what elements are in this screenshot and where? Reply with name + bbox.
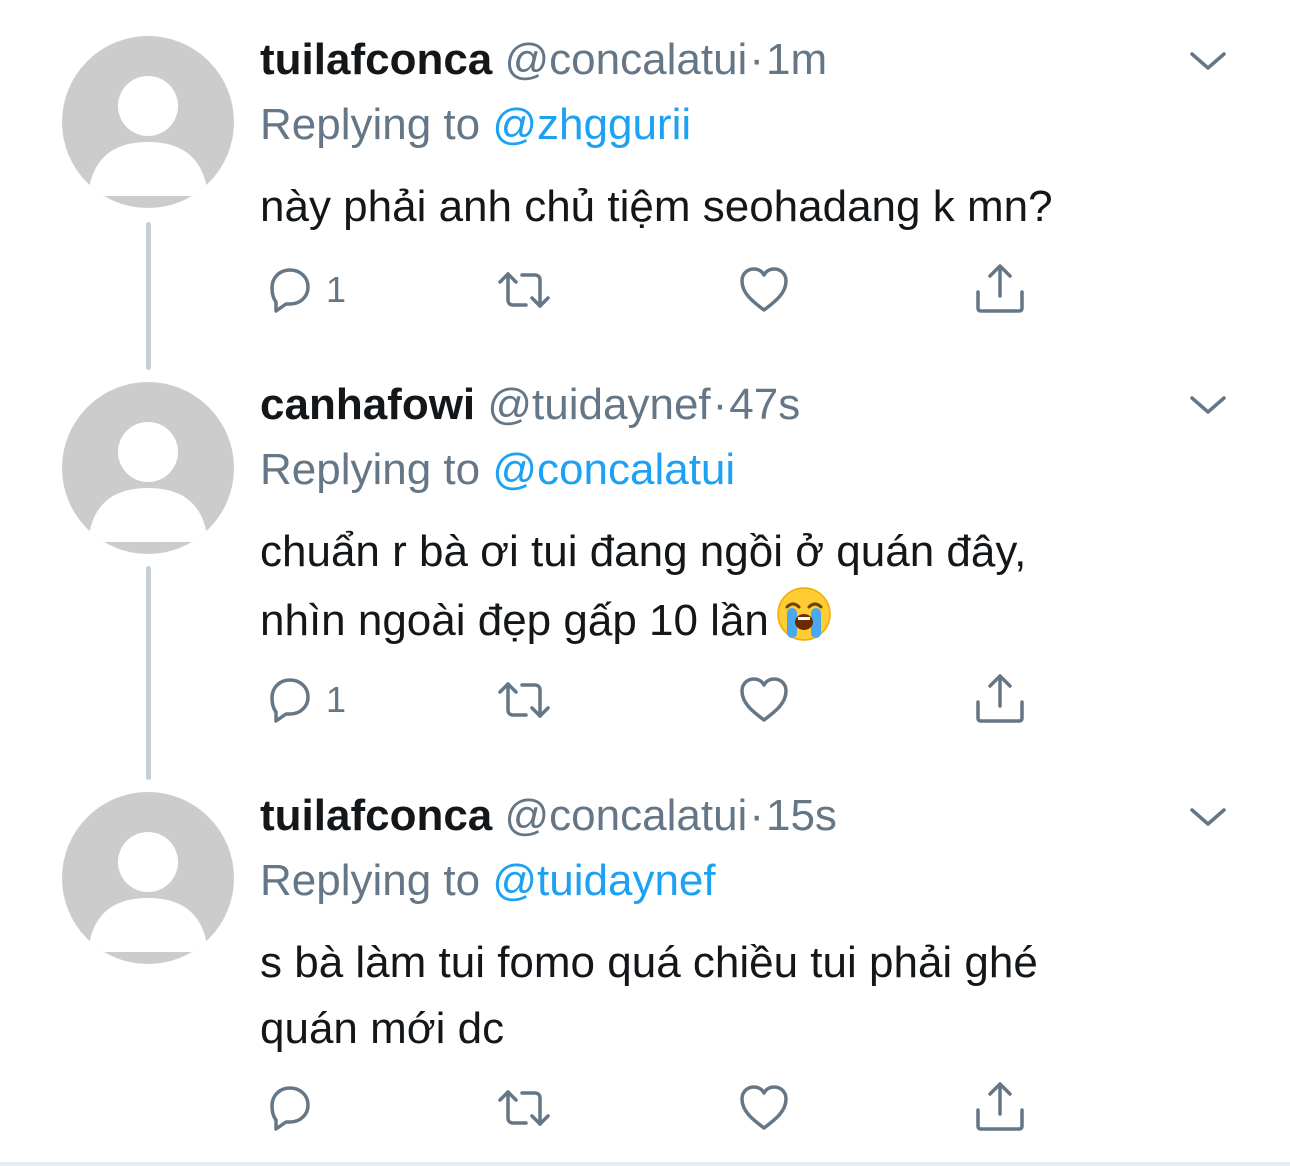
- tweet-text-line: này phải anh chủ tiệm seohadang k mn?: [260, 182, 1053, 231]
- avatar[interactable]: [62, 382, 234, 554]
- reply-count: 1: [326, 269, 347, 310]
- timestamp[interactable]: 1m: [766, 35, 827, 84]
- retweet-icon: [498, 1090, 550, 1126]
- mention-link[interactable]: @tuidaynef: [492, 856, 715, 905]
- like-icon: [740, 1085, 788, 1130]
- tweet-actions: 1: [262, 262, 1042, 318]
- tweet-text-line: s bà làm tui fomo quá chiều tui phải ghé: [260, 938, 1038, 987]
- user-handle[interactable]: @tuidaynef: [487, 380, 710, 429]
- mention-link[interactable]: @concalatui: [492, 445, 735, 494]
- retweet-button[interactable]: [494, 672, 562, 728]
- tweet-text-line: quán mới dc: [260, 1004, 505, 1053]
- thread-line: [146, 566, 151, 780]
- reply-icon: [270, 1086, 310, 1131]
- reply-count: 1: [326, 679, 347, 720]
- tweet-actions: [262, 1080, 1042, 1136]
- tweet-header: canhafowi @tuidaynef·47s: [260, 375, 1220, 435]
- separator-dot: ·: [749, 791, 764, 840]
- tweet-text: s bà làm tui fomo quá chiều tui phải ghé…: [260, 930, 1220, 1062]
- display-name[interactable]: canhafowi: [260, 380, 475, 429]
- share-icon: [976, 674, 1024, 723]
- chevron-down-icon[interactable]: [1188, 46, 1228, 76]
- retweet-icon: [498, 272, 550, 308]
- reply-icon: [270, 268, 310, 313]
- loudly-crying-face-icon: [775, 585, 833, 662]
- separator-dot: ·: [749, 35, 764, 84]
- like-button[interactable]: [736, 1080, 800, 1136]
- replying-to: Replying to @concalatui: [260, 441, 1220, 499]
- share-button[interactable]: [972, 672, 1028, 728]
- separator-dot: ·: [712, 380, 728, 429]
- chevron-down-icon[interactable]: [1188, 802, 1228, 832]
- bottom-divider: [0, 1162, 1290, 1166]
- retweet-button[interactable]: [494, 262, 562, 318]
- tweet-actions: 1: [262, 672, 1042, 728]
- tweet-text-line: chuẩn r bà ơi tui đang ngồi ở quán đây,: [260, 527, 1027, 576]
- reply-icon: [270, 678, 310, 723]
- avatar[interactable]: [62, 36, 234, 208]
- reply-button[interactable]: [262, 1080, 326, 1136]
- tweet-header: tuilafconca @concalatui·15s: [260, 786, 1220, 846]
- like-icon: [740, 677, 788, 722]
- default-avatar-icon: [88, 422, 208, 542]
- replying-to: Replying to @zhggurii: [260, 96, 1220, 154]
- share-button[interactable]: [972, 262, 1028, 318]
- tweet-text: chuẩn r bà ơi tui đang ngồi ở quán đây, …: [260, 519, 1220, 662]
- tweet-header: tuilafconca @concalatui·1m: [260, 30, 1220, 90]
- replying-prefix: Replying to: [260, 100, 481, 149]
- like-button[interactable]: [736, 672, 800, 728]
- timestamp[interactable]: 15s: [766, 791, 837, 840]
- reply-button[interactable]: 1: [262, 262, 346, 318]
- tweet-text-line: nhìn ngoài đẹp gấp 10 lần: [260, 596, 769, 645]
- reply-button[interactable]: 1: [262, 672, 346, 728]
- thread-line: [146, 222, 151, 370]
- avatar[interactable]: [62, 792, 234, 964]
- tweet-text: này phải anh chủ tiệm seohadang k mn?: [260, 174, 1220, 240]
- replying-prefix: Replying to: [260, 856, 481, 905]
- default-avatar-icon: [88, 76, 208, 196]
- timestamp[interactable]: 47s: [729, 380, 800, 429]
- display-name[interactable]: tuilafconca: [260, 35, 492, 84]
- share-icon: [976, 1082, 1024, 1131]
- user-handle[interactable]: @concalatui: [505, 791, 748, 840]
- replying-to: Replying to @tuidaynef: [260, 852, 1220, 910]
- like-button[interactable]: [736, 262, 800, 318]
- share-icon: [976, 264, 1024, 313]
- share-button[interactable]: [972, 1080, 1028, 1136]
- default-avatar-icon: [88, 832, 208, 952]
- replying-prefix: Replying to: [260, 445, 481, 494]
- chevron-down-icon[interactable]: [1188, 390, 1228, 420]
- retweet-icon: [498, 682, 550, 718]
- mention-link[interactable]: @zhggurii: [492, 100, 691, 149]
- like-icon: [740, 267, 788, 312]
- user-handle[interactable]: @concalatui: [505, 35, 748, 84]
- retweet-button[interactable]: [494, 1080, 562, 1136]
- display-name[interactable]: tuilafconca: [260, 791, 492, 840]
